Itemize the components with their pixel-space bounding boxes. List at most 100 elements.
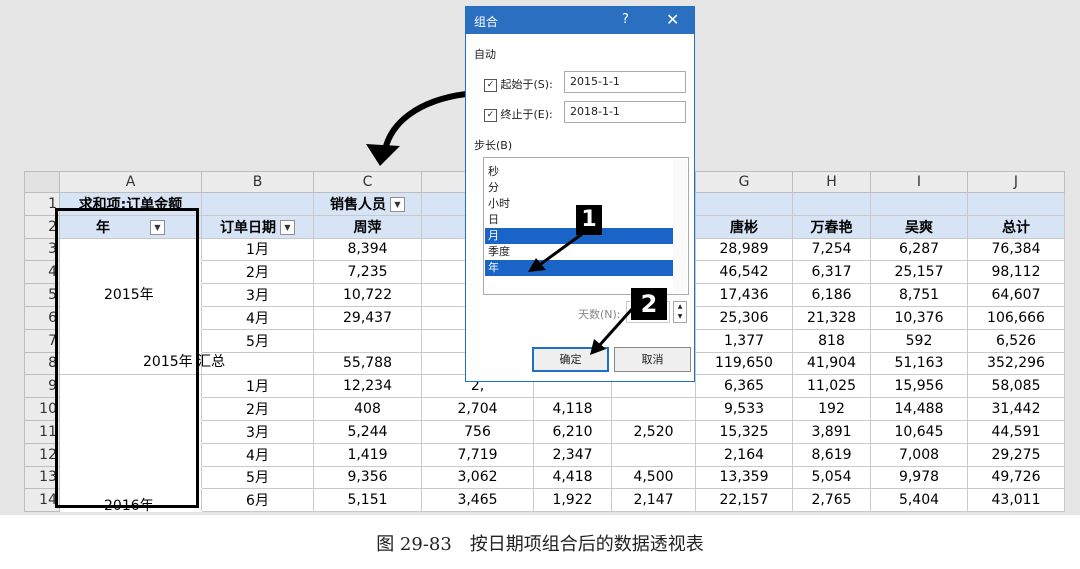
value-cell[interactable]: 6,210 — [533, 419, 612, 444]
value-cell[interactable]: 49,726 — [967, 465, 1065, 490]
value-cell[interactable]: 43,011 — [967, 488, 1065, 513]
value-cell[interactable]: 6,365 — [695, 374, 793, 399]
value-cell[interactable]: 408 — [313, 397, 422, 421]
value-cell[interactable]: 11,025 — [792, 374, 871, 399]
value-cell[interactable]: 192 — [792, 397, 871, 421]
value-cell[interactable] — [611, 442, 696, 467]
value-cell[interactable]: 13,359 — [695, 465, 793, 490]
value-cell[interactable]: 3,891 — [792, 419, 871, 444]
value-cell[interactable]: 7,235 — [313, 260, 422, 285]
value-cell[interactable]: 10,376 — [870, 305, 968, 330]
value-cell[interactable]: 2,520 — [611, 419, 696, 444]
value-cell[interactable]: 6,317 — [792, 260, 871, 285]
value-cell[interactable]: 2,347 — [533, 442, 612, 467]
value-cell[interactable]: 7,719 — [421, 442, 534, 467]
value-cell[interactable]: 7,254 — [792, 237, 871, 262]
value-cell[interactable]: 64,607 — [967, 283, 1065, 307]
value-cell[interactable]: 15,325 — [695, 419, 793, 444]
value-cell[interactable]: 14,488 — [870, 397, 968, 421]
value-cell[interactable]: 2,765 — [792, 488, 871, 513]
value-cell[interactable]: 31,442 — [967, 397, 1065, 421]
cell[interactable] — [792, 192, 871, 216]
value-cell[interactable]: 756 — [421, 419, 534, 444]
value-cell[interactable]: 818 — [792, 328, 871, 353]
value-cell[interactable]: 119,650 — [695, 351, 793, 376]
grand-total-header[interactable]: 总计 — [967, 214, 1065, 239]
value-cell[interactable]: 5,054 — [792, 465, 871, 490]
month-cell[interactable]: 3月 — [201, 419, 314, 444]
value-cell[interactable]: 28,989 — [695, 237, 793, 262]
value-cell[interactable]: 29,437 — [313, 305, 422, 330]
value-cell[interactable]: 5,244 — [313, 419, 422, 444]
value-cell[interactable]: 4,500 — [611, 465, 696, 490]
value-cell[interactable]: 10,722 — [313, 283, 422, 307]
value-cell[interactable]: 9,356 — [313, 465, 422, 490]
value-cell[interactable]: 2,147 — [611, 488, 696, 513]
value-cell[interactable] — [313, 328, 422, 353]
col-header[interactable]: C — [313, 171, 422, 193]
column-field-cell[interactable]: 销售人员 ▼ — [313, 192, 422, 216]
value-cell[interactable]: 29,275 — [967, 442, 1065, 467]
value-cell[interactable]: 22,157 — [695, 488, 793, 513]
month-cell[interactable]: 3月 — [201, 283, 314, 307]
salesperson-header[interactable]: 吴爽 — [870, 214, 968, 239]
month-cell[interactable]: 5月 — [201, 328, 314, 353]
value-cell[interactable]: 17,436 — [695, 283, 793, 307]
value-cell[interactable]: 5,404 — [870, 488, 968, 513]
date-field-cell[interactable]: 订单日期 ▼ — [201, 214, 314, 239]
col-header[interactable]: J — [967, 171, 1065, 193]
value-cell[interactable]: 15,956 — [870, 374, 968, 399]
value-cell[interactable]: 41,904 — [792, 351, 871, 376]
month-cell[interactable]: 4月 — [201, 442, 314, 467]
col-header[interactable]: G — [695, 171, 793, 193]
value-cell[interactable] — [611, 397, 696, 421]
value-cell[interactable]: 106,666 — [967, 305, 1065, 330]
listbox-scrollbar[interactable] — [673, 159, 687, 293]
value-cell[interactable]: 1,419 — [313, 442, 422, 467]
value-cell[interactable]: 8,751 — [870, 283, 968, 307]
cell[interactable] — [695, 192, 793, 216]
col-header[interactable]: I — [870, 171, 968, 193]
value-cell[interactable]: 51,163 — [870, 351, 968, 376]
value-cell[interactable]: 9,978 — [870, 465, 968, 490]
start-checkbox[interactable]: ✓ — [484, 78, 497, 92]
start-value-field[interactable]: 2015-1-1 — [564, 71, 686, 93]
value-cell[interactable]: 592 — [870, 328, 968, 353]
value-cell[interactable]: 46,542 — [695, 260, 793, 285]
cell[interactable] — [201, 192, 314, 216]
end-value-field[interactable]: 2018-1-1 — [564, 101, 686, 123]
value-cell[interactable]: 8,394 — [313, 237, 422, 262]
value-cell[interactable]: 10,645 — [870, 419, 968, 444]
month-cell[interactable]: 2月 — [201, 260, 314, 285]
col-header[interactable]: A — [59, 171, 202, 193]
salesperson-header[interactable]: 万春艳 — [792, 214, 871, 239]
value-cell[interactable]: 4,418 — [533, 465, 612, 490]
value-cell[interactable]: 25,157 — [870, 260, 968, 285]
value-cell[interactable]: 6,526 — [967, 328, 1065, 353]
salesperson-header[interactable]: 唐彬 — [695, 214, 793, 239]
value-cell[interactable]: 352,296 — [967, 351, 1065, 376]
step-option-second[interactable]: 秒 — [485, 164, 673, 180]
month-cell[interactable]: 5月 — [201, 465, 314, 490]
value-cell[interactable]: 7,008 — [870, 442, 968, 467]
value-cell[interactable]: 9,533 — [695, 397, 793, 421]
close-icon[interactable]: ✕ — [666, 10, 679, 29]
col-header[interactable]: H — [792, 171, 871, 193]
value-cell[interactable]: 58,085 — [967, 374, 1065, 399]
value-cell[interactable]: 1,377 — [695, 328, 793, 353]
value-cell[interactable]: 98,112 — [967, 260, 1065, 285]
value-cell[interactable]: 5,151 — [313, 488, 422, 513]
filter-dropdown-icon[interactable]: ▼ — [280, 220, 295, 236]
value-cell[interactable]: 4,118 — [533, 397, 612, 421]
month-cell[interactable]: 1月 — [201, 237, 314, 262]
month-cell[interactable]: 4月 — [201, 305, 314, 330]
value-cell[interactable]: 21,328 — [792, 305, 871, 330]
cell[interactable] — [870, 192, 968, 216]
salesperson-header[interactable]: 周萍 — [313, 214, 422, 239]
month-cell[interactable]: 2月 — [201, 397, 314, 421]
value-cell[interactable]: 2,164 — [695, 442, 793, 467]
col-header[interactable]: B — [201, 171, 314, 193]
month-cell[interactable]: 1月 — [201, 374, 314, 399]
value-cell[interactable]: 6,186 — [792, 283, 871, 307]
value-cell[interactable]: 3,062 — [421, 465, 534, 490]
